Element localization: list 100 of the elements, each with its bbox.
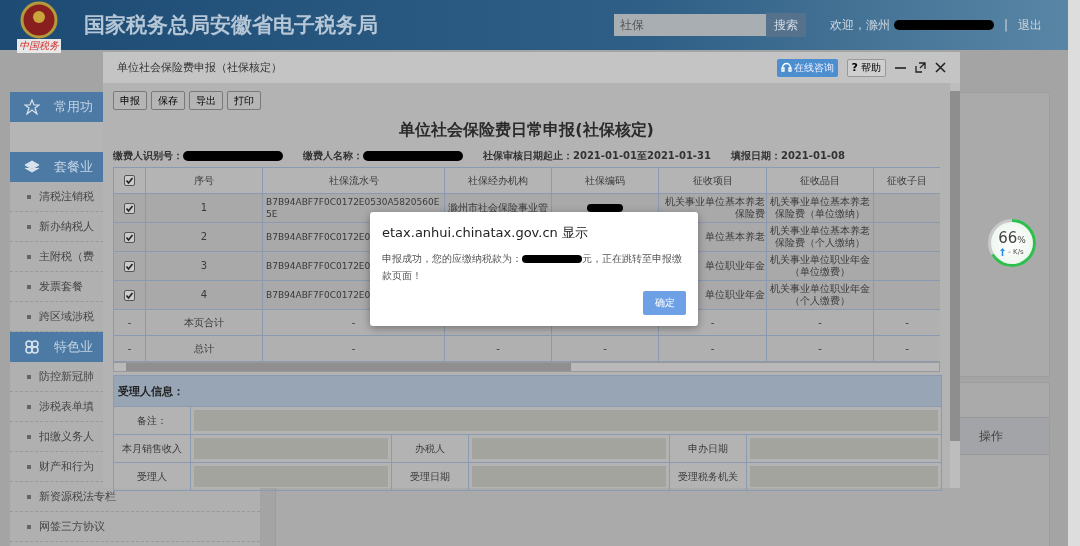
emblem-caption: 中国税务 [17,39,61,53]
table-cell: - [351,343,356,354]
bullet-icon [27,434,31,439]
checkbox[interactable] [124,289,135,301]
close-icon[interactable] [935,62,946,73]
table-cell: 机关事业单位职业年金（个人缴费） [770,283,870,306]
bullet-icon [27,524,31,529]
help-button[interactable]: ? 帮助 [846,58,886,77]
scrollbar[interactable] [1068,0,1080,546]
bullet-icon [27,314,31,319]
info-text: 缴费人识别号： [113,149,183,163]
table-cell: - [496,343,500,354]
vertical-scrollbar[interactable] [950,83,960,488]
table-cell: - [351,317,356,328]
field-label: 受理日期 [410,469,450,484]
horizontal-scrollbar[interactable] [113,362,940,372]
sidebar-item[interactable]: 扣缴义务人 [39,429,94,444]
table-cell: - [603,343,607,354]
field-label: 备注： [137,413,167,428]
table-cell: 3 [200,260,208,271]
sidebar-item[interactable]: 涉税表单填 [39,399,94,414]
table-cell: 2 [200,231,208,242]
sidebar-item[interactable]: 跨区域涉税 [39,309,94,324]
field-label: 本月销售收入 [122,441,182,456]
sidebar-item[interactable]: 发票套餐 [39,279,83,294]
info-text: 填报日期：2021-01-08 [730,149,845,163]
info-text: 社保审核日期起止：2021-01-01至2021-01-31 [483,149,711,163]
field-label: 受理税务机关 [678,469,738,484]
search-field[interactable]: 社保 [613,14,766,36]
table-cell: - [710,317,715,328]
bullet-icon [27,404,31,409]
sidebar-item[interactable]: 清税注销税 [39,189,94,204]
upload-arrow-icon [1000,248,1006,256]
percent-unit: % [1017,235,1026,245]
table-cell: 1 [200,202,208,213]
column-header: 征收品目 [766,167,874,194]
form-title: 单位社会保险费日常申报(社保核定) [398,120,655,141]
table-cell: - [710,343,715,354]
confirm-button[interactable]: 确定 [643,291,686,315]
maximize-icon[interactable] [915,62,926,73]
table-cell: 机关事业单位职业年金（单位缴费） [770,254,870,277]
star-icon [24,99,40,115]
table-cell: 单位基本养老 [705,231,765,242]
table-cell: - [818,343,822,354]
sidebar-item[interactable]: 新资源税法专栏 [39,489,116,504]
logout-link[interactable]: 退出 [1018,16,1042,34]
field-label: 办税人 [415,441,445,456]
column-header: 社保流水号 [262,167,445,194]
field-label: 申办日期 [688,441,728,456]
sidebar-item[interactable]: 防控新冠肺 [39,369,94,384]
checkbox[interactable] [124,260,135,272]
table-cell: - [818,317,822,328]
table-cell: 本页合计 [184,316,224,328]
table-cell: 机关事业单位基本养老保险费（单位缴纳） [770,196,870,219]
table-cell: 单位职业年金 [705,260,765,271]
layers-icon [24,159,40,175]
greeting-text: 欢迎，滁州 [829,16,890,34]
toolbar-button[interactable]: 申报 [113,91,147,110]
separator-text: | [1003,18,1008,32]
table-cell: B7B94ABF7F0C0172E0530A5820560E5E [266,197,440,219]
bullet-icon [27,374,31,379]
table-cell: - [127,343,132,354]
table-cell: 机关事业单位基本养老保险费 [665,196,765,219]
column-header: 征收子目 [873,167,940,194]
table-cell: 滁州市社会保险事业管 [448,202,548,213]
checkbox[interactable] [124,175,135,187]
consult-button[interactable]: 在线咨询 [776,58,838,77]
modal-title: 单位社会保险费申报（社保核定） [117,60,282,75]
search-button[interactable]: 搜索 [765,13,806,37]
site-title: 国家税务总局安徽省电子税务局 [84,12,378,39]
toolbar-button[interactable]: 保存 [151,91,185,110]
toolbar-button[interactable]: 打印 [227,91,261,110]
table-cell: B7B94ABF7F0C0172E0 [266,290,371,300]
table-cell: - [127,317,132,328]
table-cell: B7B94ABF7F0C0172E0 [266,232,371,242]
column-header: 社保经办机构 [444,167,552,194]
sidebar-item[interactable]: 财产和行为 [39,459,94,474]
sidebar-item[interactable]: 主附税（费 [39,249,94,264]
sidebar-item[interactable]: 网签三方协议 [39,519,105,534]
table-cell: 4 [200,289,208,300]
table-cell: B7B94ABF7F0C0172E0 [266,261,371,271]
clover-icon [24,339,40,355]
bullet-icon [27,254,31,259]
info-text: 缴费人名称： [303,149,363,163]
table-cell: - [905,317,909,328]
table-cell: 总计 [194,342,214,354]
field-label: 受理人 [137,469,167,484]
headset-icon [780,62,792,73]
section-title: 受理人信息： [118,383,184,399]
sidebar-item[interactable]: 新办纳税人 [39,219,94,234]
column-header: 社保编码 [551,167,659,194]
table-cell: 机关事业单位基本养老保险费（个人缴纳） [770,225,870,248]
column-header: 序号 [145,167,263,194]
checkbox[interactable] [124,202,135,214]
checkbox[interactable] [124,231,135,243]
bullet-icon [27,284,31,289]
column-header: 操作 [979,427,1003,445]
alert-title: etax.anhui.chinatax.gov.cn 显示 [382,224,589,242]
percent-text: 66 [998,229,1018,247]
toolbar-button[interactable]: 导出 [189,91,223,110]
